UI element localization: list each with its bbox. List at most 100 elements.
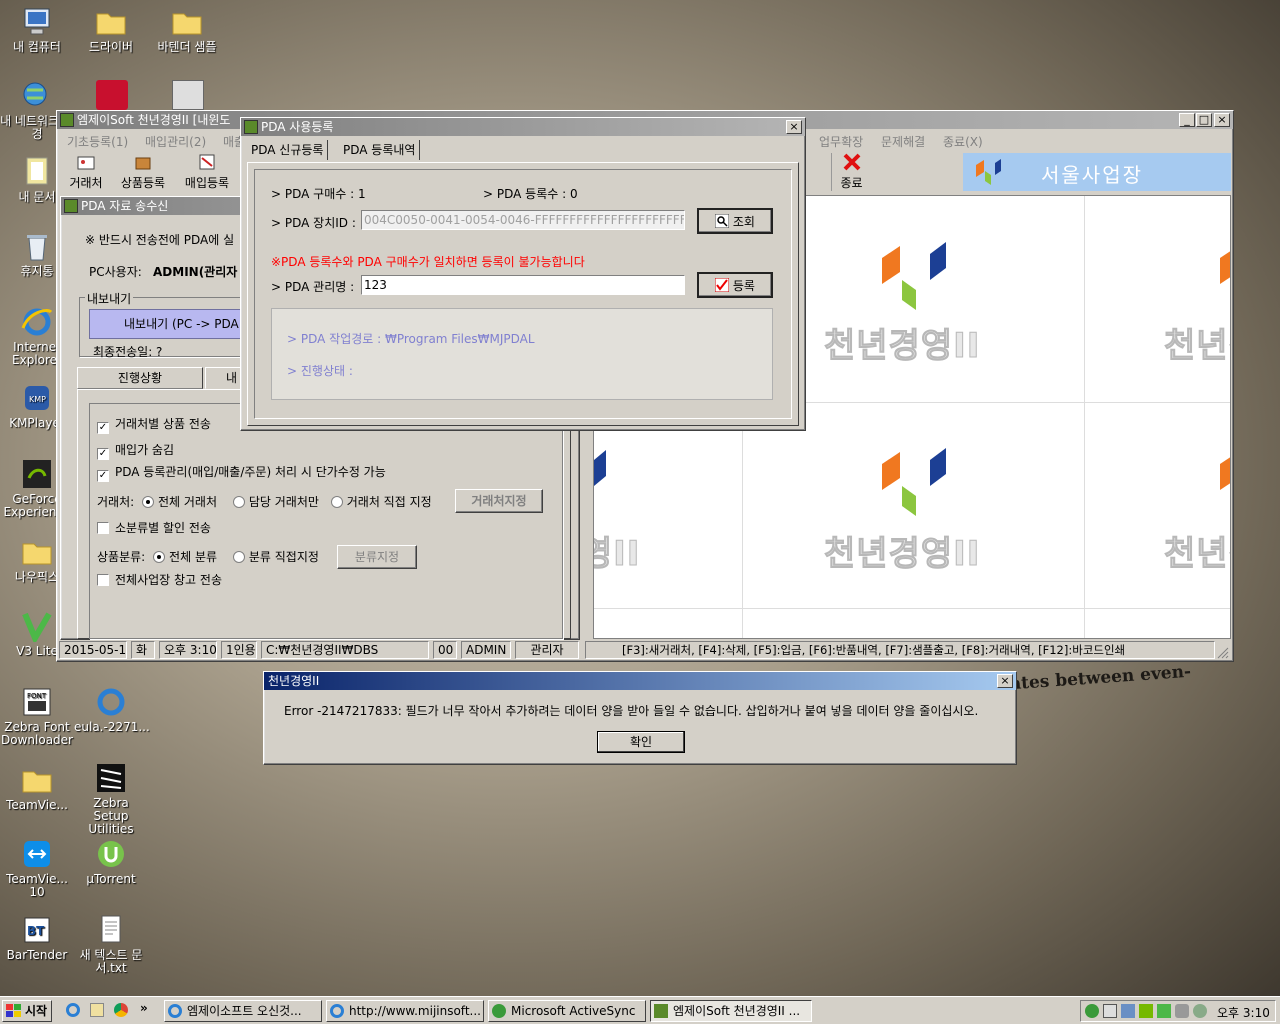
toolbar-product-button[interactable]: 상품등록 (115, 153, 171, 191)
manager-name-input[interactable] (361, 275, 685, 295)
manager-name-label: > PDA 관리명 : (271, 280, 355, 294)
eula-file-icon[interactable]: eula.-2271... (74, 686, 150, 734)
utorrent-icon[interactable]: µTorrent (74, 838, 148, 886)
checkbox[interactable] (97, 522, 109, 534)
zebra-font-icon[interactable]: FONT Zebra Font Downloader (0, 686, 74, 747)
maximize-button[interactable]: □ (1196, 113, 1212, 127)
exit-x-icon (843, 153, 860, 171)
partner-icon (77, 156, 95, 170)
tab-new-registration[interactable]: PDA 신규등록 (247, 140, 329, 160)
business-name: 서울사업장 (1041, 163, 1143, 187)
tab-registration-history[interactable]: PDA 등록내역 (339, 140, 421, 160)
toolbar-exit-button[interactable]: 종료 (831, 153, 871, 191)
svg-text:KMP: KMP (29, 395, 46, 404)
svg-text:BT: BT (27, 924, 45, 938)
checkbox[interactable] (97, 574, 109, 586)
option-send-by-partner[interactable]: ✓ 거래처별 상품 전송 (97, 415, 211, 434)
checkbox[interactable]: ✓ (97, 470, 109, 482)
sync-tray-icon[interactable] (1193, 1004, 1207, 1018)
ok-button[interactable]: 확인 (597, 731, 685, 753)
category-select-button[interactable]: 분류지정 (337, 545, 417, 569)
pda-progress-status: > 진행상태 : (287, 364, 353, 378)
checkbox[interactable]: ✓ (97, 448, 109, 460)
option-edit-unit-price[interactable]: ✓ PDA 등록관리(매입/매출/주문) 처리 시 단가수정 가능 (97, 463, 386, 482)
tray-icon[interactable] (1085, 1004, 1099, 1018)
menu-basic[interactable]: 기초등록(1) (67, 133, 128, 150)
option-subcategory-discount[interactable]: 소분류별 할인 전송 (97, 519, 211, 536)
pda-work-path: > PDA 작업경로 : ₩Program Files₩MJPDAL (287, 332, 535, 346)
status-code: 00 (433, 641, 457, 659)
menu-troubleshoot[interactable]: 문제해결 (881, 133, 925, 150)
business-banner: 서울사업장 (963, 153, 1231, 191)
status-users: 1인용 (221, 641, 257, 659)
menu-extension[interactable]: 업무확장 (819, 133, 863, 150)
pda-info-box (271, 308, 773, 400)
partner-select-button[interactable]: 거래처지정 (455, 489, 543, 513)
logo-text: 천년경영II (823, 534, 981, 575)
teamviewer-icon[interactable]: TeamVie... 10 (0, 838, 74, 899)
error-message: Error -2147217833: 필드가 너무 작아서 추가하려는 데이터 … (284, 704, 979, 718)
export-button[interactable]: 내보내기 (PC -> PDA (89, 309, 249, 339)
printer-icon[interactable] (172, 80, 204, 110)
pda-dialog-titlebar[interactable]: PDA 사용등록 × (241, 118, 805, 136)
printer-tray-icon[interactable] (1103, 1004, 1117, 1018)
zebra-setup-icon[interactable]: Zebra Setup Utilities (74, 762, 148, 836)
network-tray-icon[interactable] (1121, 1004, 1135, 1018)
clock[interactable]: 오후 3:10 (1217, 1004, 1270, 1021)
taskbar-item-browser[interactable]: http://www.mijinsoft... (326, 1000, 484, 1022)
my-computer-icon[interactable]: 내 컴퓨터 (0, 6, 74, 54)
device-id-label: > PDA 장치ID : (271, 216, 356, 230)
pc-user-value: ADMIN(관리자 (153, 265, 238, 279)
error-dialog-titlebar[interactable]: 천년경영II × (264, 672, 1016, 690)
folder-icon[interactable]: 바텐더 샘플 (150, 6, 224, 54)
folder-icon[interactable]: 드라이버 (74, 6, 148, 54)
device-id-field[interactable]: 004C0050-0041-0054-0046-FFFFFFFFFFFFFFFF… (361, 210, 685, 230)
partner-filter: 거래처: 전체 거래처 담당 거래처만 거래처 직접 지정 (97, 495, 432, 509)
lookup-button[interactable]: 조회 (697, 208, 773, 234)
radio-partner-all[interactable] (142, 496, 154, 508)
register-button[interactable]: 등록 (697, 272, 773, 298)
logo-text: 천년경영II (823, 326, 981, 367)
folder-icon[interactable]: TeamVie... (0, 764, 74, 812)
volume-tray-icon[interactable] (1175, 1004, 1189, 1018)
close-button[interactable]: × (997, 674, 1013, 688)
chevron-right-icon[interactable]: » (140, 1001, 148, 1015)
desktop-quicklaunch-icon[interactable] (90, 1003, 104, 1017)
radio-category-direct[interactable] (232, 551, 245, 563)
checkbox[interactable]: ✓ (97, 422, 109, 434)
start-button[interactable]: 시작 (2, 1000, 52, 1022)
radio-category-all[interactable] (153, 551, 166, 563)
minimize-button[interactable]: _ (1179, 113, 1195, 127)
close-button[interactable]: × (786, 120, 802, 134)
menu-exit[interactable]: 종료(X) (943, 133, 983, 150)
toolbar-partner-button[interactable]: 거래처 (65, 153, 107, 191)
last-sent-date: 최종전송일: ? (93, 345, 163, 359)
chrome-quicklaunch-icon[interactable] (114, 1003, 128, 1017)
pdf-icon[interactable] (96, 80, 128, 110)
taskbar-item-cheonnyeon[interactable]: 엠제이Soft 천년경영II ... (650, 1000, 812, 1022)
resize-grip-icon[interactable] (1215, 645, 1229, 659)
company-logo-icon (976, 159, 1001, 185)
text-file-icon[interactable]: 새 텍스트 문서.txt (74, 914, 148, 975)
ie-quicklaunch-icon[interactable] (66, 1003, 80, 1017)
tab-export[interactable]: 내 (205, 367, 245, 389)
close-button[interactable]: × (1214, 113, 1230, 127)
wallpaper-text: ates between even- (1009, 661, 1192, 695)
checkmark-icon (714, 277, 730, 293)
company-logo-icon (882, 448, 946, 516)
tab-progress[interactable]: 진행상황 (77, 367, 203, 389)
radio-partner-direct[interactable] (330, 496, 343, 508)
taskbar-item-activesync[interactable]: Microsoft ActiveSync (488, 1000, 646, 1022)
radio-partner-mine[interactable] (232, 496, 245, 508)
menu-purchase[interactable]: 매입관리(2) (145, 133, 206, 150)
pda-register-dialog: PDA 사용등록 × PDA 신규등록 PDA 등록내역 > PDA 구매수 :… (240, 117, 806, 431)
option-all-warehouses[interactable]: 전체사업장 창고 전송 (97, 571, 222, 588)
taskbar-item-mijinsoft[interactable]: 엠제이소프트 오신것... (164, 1000, 322, 1022)
option-hide-purchase-price[interactable]: ✓ 매입가 숨김 (97, 441, 174, 460)
toolbar-purchase-button[interactable]: 매입등록 (179, 153, 235, 191)
v3-tray-icon[interactable] (1157, 1004, 1171, 1018)
bartender-icon[interactable]: BT BarTender (0, 914, 74, 962)
activesync-icon (492, 1004, 506, 1018)
product-box-icon (135, 157, 151, 170)
nvidia-tray-icon[interactable] (1139, 1004, 1153, 1018)
